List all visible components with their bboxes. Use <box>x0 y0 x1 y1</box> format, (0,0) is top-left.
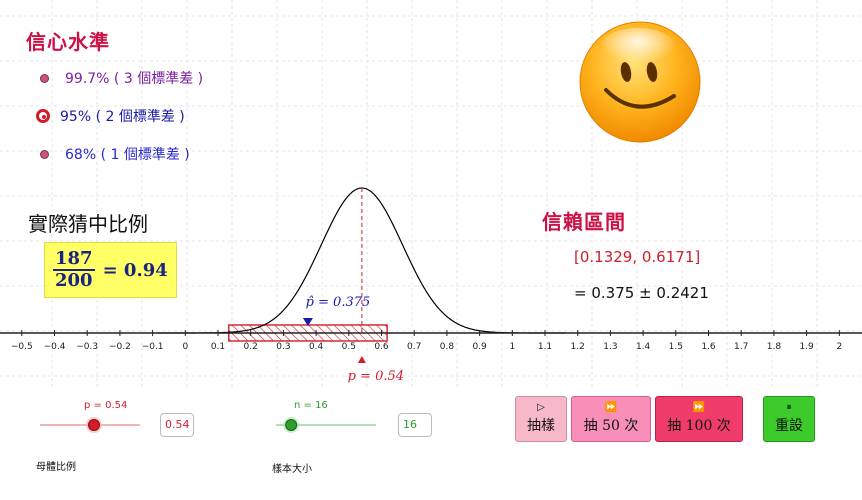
fraction-denominator: 200 <box>55 270 93 291</box>
x-tick-label: 1.5 <box>669 342 683 352</box>
sample-50-label: 抽 50 次 <box>583 418 639 434</box>
fast-forward-icon: ⏩ <box>604 402 618 413</box>
fast-forward-icon: ⏩ <box>692 402 706 413</box>
x-tick-label: 0.8 <box>440 342 455 352</box>
n-slider-caption: 樣本大小 <box>272 464 312 475</box>
option-label: 68% ( 1 個標準差 ) <box>65 147 190 163</box>
x-tick-label: 1.2 <box>571 342 585 352</box>
actual-heading: 實際猜中比例 <box>28 212 148 236</box>
x-tick-label: 0.2 <box>244 342 258 352</box>
option-label: 95% ( 2 個標準差 ) <box>60 109 185 125</box>
x-tick-label: −0.4 <box>44 342 66 352</box>
slider-tracks <box>40 417 376 433</box>
x-tick-label: 0.1 <box>211 342 225 352</box>
interval-heading: 信賴區間 <box>542 210 626 234</box>
x-tick-label: 1.7 <box>734 342 748 352</box>
x-tick-label: 1 <box>509 342 515 352</box>
interval-range: [0.1329, 0.6171] <box>574 248 701 266</box>
play-icon: ▷ <box>537 402 545 413</box>
background-grid <box>0 0 862 388</box>
x-tick-label: 1.6 <box>701 342 716 352</box>
x-tick-label: 2 <box>836 342 842 352</box>
x-tick-label: 0.9 <box>472 342 487 352</box>
x-tick-label: 0 <box>182 342 188 352</box>
x-tick-label: 1.3 <box>603 342 617 352</box>
n-slider-knob[interactable] <box>285 419 298 431</box>
x-axis: −0.5 −0.4 −0.3 −0.2 −0.1 0 0.1 0.2 0.3 0.4 0.5 0.6 0… <box>0 330 862 352</box>
x-tick-label: 0.6 <box>374 342 389 352</box>
p-slider-caption: 母體比例 <box>36 462 76 473</box>
actual-fraction: 187 200 = 0.94 <box>44 242 177 298</box>
p-value-input[interactable]: 0.54 <box>160 413 194 437</box>
sample-button-label: 抽樣 <box>527 418 555 434</box>
x-tick-label: −0.2 <box>109 342 131 352</box>
x-tick-label: 0.7 <box>407 342 421 352</box>
radio-unselected-icon[interactable] <box>40 149 49 159</box>
p-slider-label: p = 0.54 <box>84 400 128 411</box>
p-slider-knob[interactable] <box>88 419 100 431</box>
smiley-face-icon <box>579 21 701 143</box>
x-tick-label: 1.4 <box>636 342 651 352</box>
option-68[interactable]: 68% ( 1 個標準差 ) <box>40 144 190 164</box>
x-tick-label: −0.1 <box>142 342 164 352</box>
x-tick-label: 0.5 <box>342 342 356 352</box>
sample-50-button[interactable]: ⏩ 抽 50 次 <box>571 396 651 442</box>
option-99-7[interactable]: 99.7% ( 3 個標準差 ) <box>40 68 203 88</box>
x-tick-label: 1.8 <box>767 342 782 352</box>
sample-button[interactable]: ▷ 抽樣 <box>515 396 567 442</box>
x-tick-label: −0.5 <box>11 342 33 352</box>
reset-button[interactable]: ⏸ 重設 <box>763 396 815 442</box>
x-tick-label: 1.9 <box>799 342 814 352</box>
x-tick-label: 1.1 <box>538 342 552 352</box>
x-tick-label: 0.3 <box>276 342 290 352</box>
option-95[interactable]: 95% ( 2 個標準差 ) <box>36 106 185 126</box>
fraction-numerator: 187 <box>53 248 95 271</box>
fraction-result: = 0.94 <box>102 259 168 281</box>
x-tick-label: −0.3 <box>76 342 98 352</box>
x-tick-label: 0.4 <box>309 342 324 352</box>
radio-selected-icon[interactable] <box>36 109 50 123</box>
n-value-input[interactable]: 16 <box>398 413 432 437</box>
reset-button-label: 重設 <box>775 418 803 434</box>
p-hat-label: p̂ = 0.375 <box>306 295 371 310</box>
confidence-heading: 信心水準 <box>26 30 110 54</box>
n-slider-label: n = 16 <box>294 400 328 411</box>
p-marker-icon <box>357 356 366 363</box>
option-label: 99.7% ( 3 個標準差 ) <box>65 71 204 87</box>
pause-icon: ⏸ <box>786 402 792 413</box>
radio-unselected-icon[interactable] <box>40 73 49 83</box>
sample-100-label: 抽 100 次 <box>667 418 731 434</box>
p-label: p = 0.54 <box>348 369 404 384</box>
sample-100-button[interactable]: ⏩ 抽 100 次 <box>655 396 743 442</box>
interval-expression: = 0.375 ± 0.2421 <box>574 284 709 302</box>
